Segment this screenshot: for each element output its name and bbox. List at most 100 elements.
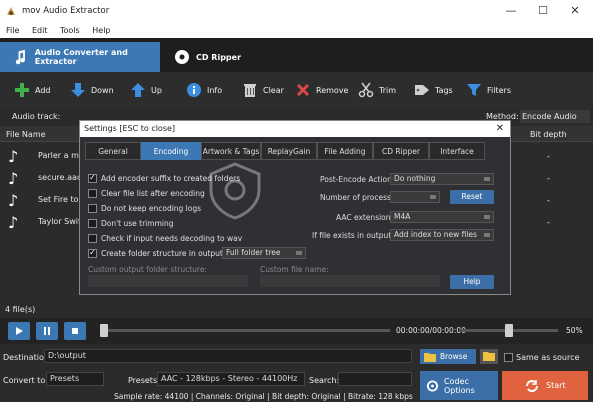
remove-button[interactable]: Remove [295, 80, 348, 100]
tab-artwork-tags[interactable]: Artwork & Tags [201, 142, 261, 160]
remove-label: Remove [316, 85, 349, 95]
tab-interface[interactable]: Interface [429, 142, 485, 160]
checkbox[interactable] [88, 203, 97, 213]
dialog-close-button[interactable]: ✕ [496, 121, 504, 137]
same-as-source-label: Same as source [516, 353, 580, 362]
method-select[interactable]: Encode Audio [520, 110, 590, 123]
search-label: Search: [309, 376, 340, 385]
tab-replaygain[interactable]: ReplayGain [261, 142, 317, 160]
if-file-exists-select[interactable]: Add index to new files [390, 229, 494, 241]
music-file-icon: ♪ [8, 169, 19, 188]
tab-encoding[interactable]: Encoding [141, 142, 201, 160]
help-button[interactable]: Help [450, 275, 494, 289]
option-clear-file-list[interactable]: Clear file list after encoding [88, 187, 205, 199]
time-readout: 00:00:00/00:00:00 [396, 326, 466, 335]
reset-button[interactable]: Reset [450, 190, 494, 204]
up-label: Up [151, 85, 162, 95]
option-check-decoding[interactable]: Check if input needs decoding to wav [88, 232, 242, 244]
option-label: Don't use trimming [101, 218, 174, 228]
refresh-icon [526, 379, 538, 392]
search-input[interactable] [338, 372, 412, 386]
add-button[interactable]: Add [14, 80, 51, 100]
start-button[interactable]: Start [502, 371, 588, 400]
tab-general[interactable]: General [85, 142, 141, 160]
volume-thumb[interactable] [505, 324, 513, 337]
presets-select[interactable]: AAC - 128kbps - Stereo - 44100Hz [157, 372, 305, 386]
convert-to-select[interactable]: Presets [46, 372, 104, 386]
file-name: Set Fire to t [38, 195, 85, 204]
column-bit-depth[interactable]: Bit depth [530, 130, 567, 139]
tag-icon [415, 85, 429, 95]
custom-output-input[interactable] [88, 275, 248, 287]
tags-button[interactable]: Tags [414, 80, 453, 100]
option-create-folder-structure[interactable]: ✓ Create folder structure in output [88, 247, 223, 259]
volume-percent: 50% [566, 326, 583, 335]
menu-edit[interactable]: Edit [32, 24, 48, 38]
open-folder-icon [483, 352, 495, 361]
down-label: Down [91, 85, 114, 95]
filters-label: Filters [487, 85, 511, 95]
filters-button[interactable]: Filters [466, 80, 511, 100]
music-note-icon [15, 49, 25, 65]
checkbox[interactable] [88, 218, 97, 228]
pause-icon [44, 327, 50, 335]
checkbox[interactable]: ✓ [88, 173, 97, 183]
browse-button[interactable]: Browse [420, 349, 476, 364]
open-folder-button[interactable] [480, 349, 498, 364]
custom-file-name-label: Custom file name: [260, 265, 329, 274]
custom-output-label: Custom output folder structure: [88, 265, 207, 274]
title-bar: mov Audio Extractor — ☐ ✕ [0, 0, 593, 24]
up-button[interactable]: Up [130, 80, 162, 100]
info-button[interactable]: Info [186, 80, 222, 100]
play-button[interactable] [8, 322, 30, 340]
checkbox[interactable]: ✓ [88, 248, 97, 258]
option-label: Clear file list after encoding [101, 188, 205, 198]
trim-button[interactable]: Trim [358, 80, 396, 100]
codec-options-button[interactable]: Codec Options [420, 371, 498, 400]
processes-select[interactable] [390, 191, 440, 203]
tab-cd-ripper[interactable]: CD Ripper [168, 42, 248, 72]
tab-file-adding[interactable]: File Adding [317, 142, 373, 160]
aac-extension-value: M4A [394, 212, 411, 221]
close-button[interactable]: ✕ [564, 3, 586, 19]
maximize-button[interactable]: ☐ [532, 3, 554, 19]
file-count-bar: 4 file(s) [0, 300, 593, 318]
plus-icon [15, 83, 29, 97]
tab-audio-converter-label: Audio Converter and Extractor [34, 48, 128, 66]
option-label: Check if input needs decoding to wav [101, 233, 243, 243]
menu-help[interactable]: Help [92, 24, 110, 38]
stop-button[interactable] [64, 322, 86, 340]
minimize-button[interactable]: — [500, 3, 522, 19]
seek-thumb[interactable] [100, 324, 108, 337]
column-file-name[interactable]: File Name [6, 130, 46, 139]
tab-cd-ripper-settings[interactable]: CD Ripper [373, 142, 429, 160]
chevron-down-icon [430, 195, 436, 199]
app-icon [7, 7, 15, 15]
menu-tools[interactable]: Tools [60, 24, 80, 38]
option-no-encoding-logs[interactable]: Do not keep encoding logs [88, 202, 201, 214]
menu-file[interactable]: File [6, 24, 19, 38]
menu-bar: File Edit Tools Help [0, 24, 593, 38]
post-encode-select[interactable]: Do nothing [390, 173, 494, 185]
dialog-body: General Encoding Artwork & Tags ReplayGa… [80, 137, 510, 294]
file-count: 4 file(s) [5, 305, 36, 314]
scissors-icon [358, 82, 374, 98]
destination-field[interactable]: D:\output [44, 349, 412, 363]
aac-extension-label: AAC extension: [336, 213, 394, 222]
pause-button[interactable] [36, 322, 58, 340]
folder-tree-select[interactable]: Full folder tree [222, 247, 306, 259]
tab-audio-converter[interactable]: Audio Converter and Extractor [0, 42, 160, 72]
option-no-trimming[interactable]: Don't use trimming [88, 217, 173, 229]
clear-button[interactable]: Clear [242, 80, 284, 100]
custom-file-name-input[interactable] [260, 275, 440, 287]
same-as-source-checkbox[interactable] [504, 353, 513, 362]
checkbox[interactable] [88, 188, 97, 198]
codec-options-label: Codec Options [443, 376, 475, 395]
gear-icon [426, 379, 439, 392]
status-bar: Sample rate: 44100 | Channels: Original … [114, 392, 413, 401]
down-button[interactable]: Down [70, 80, 114, 100]
seek-track[interactable] [100, 324, 390, 337]
aac-extension-select[interactable]: M4A [390, 211, 494, 223]
volume-track[interactable] [460, 324, 558, 337]
checkbox[interactable] [88, 233, 97, 243]
